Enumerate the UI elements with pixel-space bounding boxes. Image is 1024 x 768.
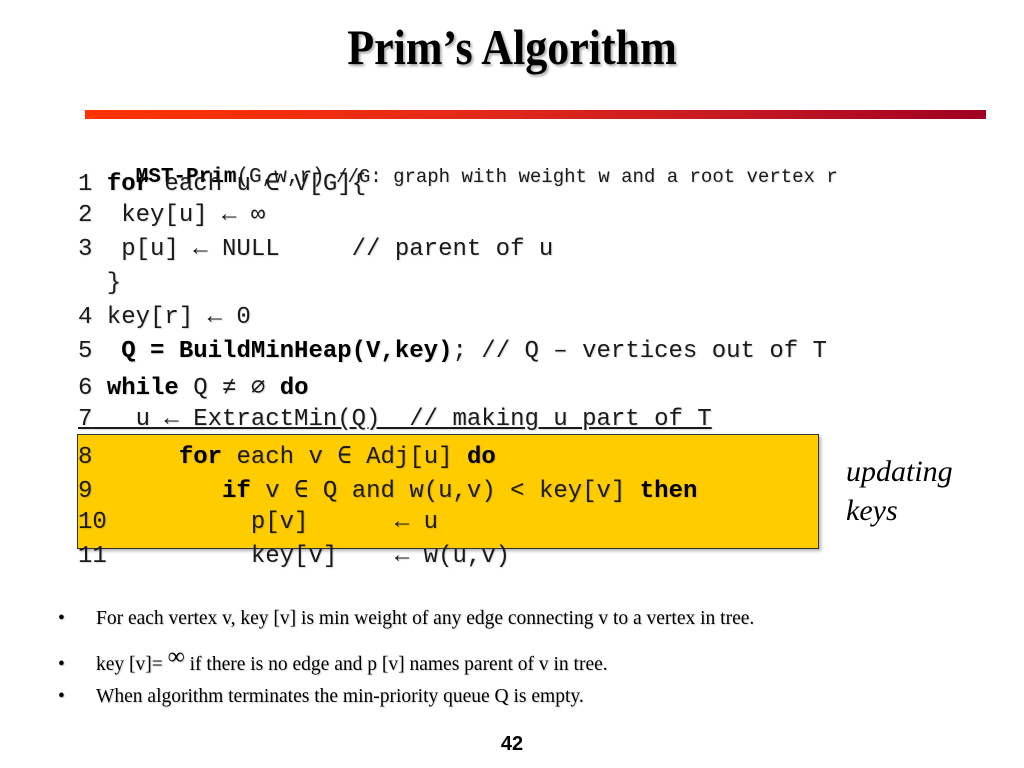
code-keyword: Q = BuildMinHeap(V,key) (121, 338, 453, 365)
code-line: 8 for each v ∈ Adj[u] do (78, 441, 496, 471)
line-number: 6 (78, 375, 93, 402)
code-line: 2 key[u] ← ∞ (78, 202, 265, 229)
bullet-item: • For each vertex v, key [v] is min weigh… (58, 608, 754, 630)
code-line: 10 p[v] ← u (78, 509, 438, 536)
side-note-updating: updating (846, 455, 953, 488)
slide-title: Prim’s Algorithm (347, 19, 677, 75)
code-keyword: do (279, 375, 309, 402)
line-number: 1 (78, 171, 93, 198)
line-number: 3 (78, 236, 93, 263)
code-keyword: while (106, 375, 179, 402)
line-number: 10 (78, 509, 107, 536)
code-text: ; // Q – vertices out of T (452, 338, 827, 365)
bullet-item: • When algorithm terminates the min-prior… (58, 686, 584, 708)
code-keyword: for (178, 444, 223, 471)
bullet-marker: • (58, 608, 65, 629)
title-divider-rule (85, 110, 986, 119)
code-keyword: then (639, 478, 698, 505)
bullet-marker: • (58, 654, 65, 675)
code-text: p[v] ← u (106, 509, 439, 536)
bullet-text-before: key [v]= (96, 654, 168, 675)
code-text: key[r] ← 0 (92, 304, 251, 331)
code-line: 11 key[v] ← w(u,v) (78, 543, 510, 570)
code-keyword: if (222, 478, 251, 505)
line-number: 9 (78, 478, 93, 505)
line-number: 4 (78, 304, 93, 331)
code-line: 9 if v ∈ Q and w(u,v) < key[v] then (78, 475, 697, 505)
code-line: 6 while Q ≠ ∅ do (78, 372, 309, 402)
bullet-text: When algorithm terminates the min-priori… (96, 686, 584, 707)
code-text: each v ∈ Adj[u] (222, 444, 467, 471)
line-number: 2 (78, 202, 93, 229)
code-keyword: do (466, 444, 496, 471)
bullet-text: For each vertex v, key [v] is min weight… (96, 608, 755, 629)
header-comment: //G: graph with weight w and a root vert… (324, 166, 838, 188)
line-number: 11 (78, 543, 107, 570)
bullet-marker: • (58, 686, 65, 707)
code-text: key[u] ← ∞ (92, 202, 266, 229)
line-number: 8 (78, 444, 93, 471)
code-text: v ∈ Q and w(u,v) < key[v] (250, 478, 640, 505)
page-number: 42 (500, 733, 524, 755)
code-line: 4 key[r] ← 0 (78, 304, 251, 331)
code-text: p[u] ← NULL // parent of u (92, 236, 554, 263)
code-text: each u ∈ V[G]{ (150, 171, 367, 198)
code-line: 7 u ← ExtractMin(Q) // making u part of … (78, 406, 712, 433)
code-keyword: for (106, 171, 151, 198)
code-line: } (78, 270, 121, 297)
side-note-keys: keys (846, 494, 898, 527)
code-text: u ← ExtractMin(Q) // making u part of T (92, 406, 712, 433)
infinity-symbol: ∞ (167, 644, 185, 670)
line-number: 7 (78, 406, 93, 433)
bullet-text-after: if there is no edge and p [v] names pare… (184, 654, 608, 675)
code-text: } (78, 270, 122, 297)
bullet-item: • key [v]= ∞ if there is no edge and p [v… (58, 644, 608, 677)
code-line: 5 Q = BuildMinHeap(V,key); // Q – vertic… (78, 338, 827, 365)
code-line: 3 p[u] ← NULL // parent of u (78, 236, 553, 263)
code-text: Q ≠ ∅ (178, 375, 280, 402)
code-text: key[v] ← w(u,v) (106, 543, 511, 570)
line-number: 5 (78, 338, 93, 365)
code-line: 1 for each u ∈ V[G]{ (78, 168, 366, 198)
